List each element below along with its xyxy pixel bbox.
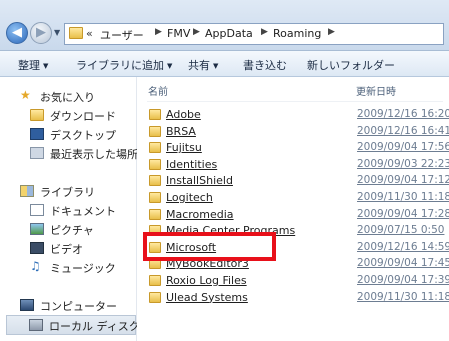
file-name[interactable]: InstallShield xyxy=(166,174,233,187)
file-name[interactable]: Adobe xyxy=(166,108,201,121)
arrow-right-icon: ▶ xyxy=(36,25,46,40)
file-row[interactable]: Adobe 2009/12/16 16:20 xyxy=(147,107,449,123)
music-note-icon: ♫ xyxy=(30,259,41,273)
breadcrumb-separator-icon[interactable]: ▶ xyxy=(193,27,200,37)
video-icon xyxy=(30,242,44,254)
file-date-modified: 2009/07/15 0:50 xyxy=(357,224,445,237)
file-row[interactable]: BRSA 2009/12/16 16:41 xyxy=(147,124,449,140)
navigation-pane: ★ お気に入り ダウンロード デスクトップ 最近表示した場所 ライブラリ ドキュ… xyxy=(0,77,148,341)
file-date-modified: 2009/11/30 11:18 xyxy=(357,191,449,203)
nav-recent-places[interactable]: 最近表示した場所 xyxy=(30,146,138,161)
file-date-modified: 2009/09/04 17:12 xyxy=(357,174,449,187)
file-date-modified: 2009/12/16 16:20 xyxy=(357,108,449,120)
libraries-icon xyxy=(20,185,34,197)
file-date-modified: 2009/12/16 14:59 xyxy=(357,240,449,253)
highlight-box xyxy=(143,232,276,261)
pictures-icon xyxy=(30,223,44,235)
file-name[interactable]: BRSA xyxy=(166,125,196,138)
breadcrumb-separator-icon[interactable]: ▶ xyxy=(155,27,162,37)
nav-music[interactable]: ♫ ミュージック xyxy=(30,259,134,275)
breadcrumb-overflow-chevron[interactable]: « xyxy=(86,27,93,40)
file-name[interactable]: Logitech xyxy=(166,191,213,204)
dropdown-arrow-icon: ▼ xyxy=(43,62,49,70)
nav-local-disk[interactable]: ローカル ディスク ( xyxy=(6,315,148,335)
add-to-library-button[interactable]: ライブラリに追加 ▼ xyxy=(76,57,172,73)
file-name[interactable]: Macromedia xyxy=(166,208,234,221)
file-date-modified: 2009/09/03 22:23 xyxy=(357,157,449,170)
folder-icon xyxy=(69,27,83,39)
star-icon: ★ xyxy=(20,88,31,102)
file-name[interactable]: Fujitsu xyxy=(166,141,202,154)
column-header-name[interactable]: 名前 xyxy=(148,83,168,98)
command-toolbar: 整理 ▼ ライブラリに追加 ▼ 共有 ▼ 書き込む 新しいフォルダー xyxy=(0,51,449,77)
folder-icon xyxy=(149,291,161,303)
nav-desktop[interactable]: デスクトップ xyxy=(30,127,134,142)
folder-icon xyxy=(149,275,161,286)
file-name[interactable]: Identities xyxy=(166,158,217,171)
burn-button[interactable]: 書き込む xyxy=(243,57,287,73)
folder-icon xyxy=(149,158,161,170)
nav-libraries[interactable]: ライブラリ xyxy=(20,184,130,199)
nav-favorites[interactable]: ★ お気に入り xyxy=(20,88,130,104)
computer-icon xyxy=(20,299,34,311)
file-name[interactable]: Roxio Log Files xyxy=(166,274,247,287)
downloads-folder-icon xyxy=(30,109,44,121)
folder-icon xyxy=(149,192,161,203)
file-date-modified: 2009/09/04 17:39 xyxy=(357,274,449,286)
file-row[interactable]: Ulead Systems 2009/11/30 11:18 xyxy=(147,290,449,306)
back-button[interactable]: ◀ xyxy=(6,22,28,44)
dropdown-arrow-icon: ▼ xyxy=(167,62,173,70)
column-header-date-modified[interactable]: 更新日時 xyxy=(356,83,396,98)
forward-button[interactable]: ▶ xyxy=(30,22,52,44)
folder-icon xyxy=(149,142,161,154)
folder-icon xyxy=(149,175,161,187)
nav-videos[interactable]: ビデオ xyxy=(30,241,134,256)
file-row[interactable]: Macromedia 2009/09/04 17:28 xyxy=(147,207,449,223)
recent-pages-dropdown-icon[interactable]: ▼ xyxy=(54,28,60,37)
nav-computer[interactable]: コンピューター xyxy=(20,298,130,313)
folder-icon xyxy=(149,125,161,137)
file-date-modified: 2009/12/16 16:41 xyxy=(357,124,449,137)
file-list-pane: 名前 更新日時 Adobe 2009/12/16 16:20 BRSA 2009/12… xyxy=(137,77,449,341)
file-row[interactable]: Roxio Log Files 2009/09/04 17:39 xyxy=(147,273,449,289)
share-button[interactable]: 共有 ▼ xyxy=(188,57,218,73)
address-bar-area: ◀ ▶ ▼ « ユーザー ▶ FMV ▶ AppData ▶ Roaming ▶ xyxy=(0,0,449,51)
folder-icon xyxy=(149,208,161,220)
file-date-modified: 2009/09/04 17:56 xyxy=(357,141,449,154)
nav-documents[interactable]: ドキュメント xyxy=(30,203,134,218)
file-date-modified: 2009/09/04 17:28 xyxy=(357,207,449,220)
breadcrumb-appdata[interactable]: AppData xyxy=(205,27,253,40)
file-row[interactable]: Identities 2009/09/03 22:23 xyxy=(147,157,449,173)
file-row[interactable]: InstallShield 2009/09/04 17:12 xyxy=(147,173,449,189)
desktop-icon xyxy=(30,128,44,140)
file-date-modified: 2009/11/30 11:18 xyxy=(357,290,449,303)
recent-places-icon xyxy=(30,147,44,159)
organize-button[interactable]: 整理 ▼ xyxy=(18,57,48,73)
folder-icon xyxy=(149,109,161,120)
breadcrumb-roaming[interactable]: Roaming xyxy=(273,27,321,40)
file-name[interactable]: Ulead Systems xyxy=(166,291,248,304)
documents-icon xyxy=(30,204,44,216)
arrow-left-icon: ◀ xyxy=(12,25,22,40)
breadcrumb-users[interactable]: ユーザー xyxy=(100,27,144,43)
file-row[interactable]: Fujitsu 2009/09/04 17:56 xyxy=(147,140,449,156)
breadcrumb-fmv[interactable]: FMV xyxy=(167,27,190,40)
new-folder-button[interactable]: 新しいフォルダー xyxy=(307,57,395,73)
address-breadcrumb[interactable]: « ユーザー ▶ FMV ▶ AppData ▶ Roaming ▶ xyxy=(64,23,444,45)
drive-icon xyxy=(29,319,43,331)
file-row[interactable]: Logitech 2009/11/30 11:18 xyxy=(147,190,449,206)
breadcrumb-separator-icon[interactable]: ▶ xyxy=(261,27,268,37)
nav-downloads[interactable]: ダウンロード xyxy=(30,108,134,123)
breadcrumb-separator-icon[interactable]: ▶ xyxy=(328,27,335,37)
dropdown-arrow-icon: ▼ xyxy=(213,62,219,70)
nav-pictures[interactable]: ピクチャ xyxy=(30,222,134,237)
file-date-modified: 2009/09/04 17:45 xyxy=(357,257,449,270)
header-divider xyxy=(147,101,443,102)
